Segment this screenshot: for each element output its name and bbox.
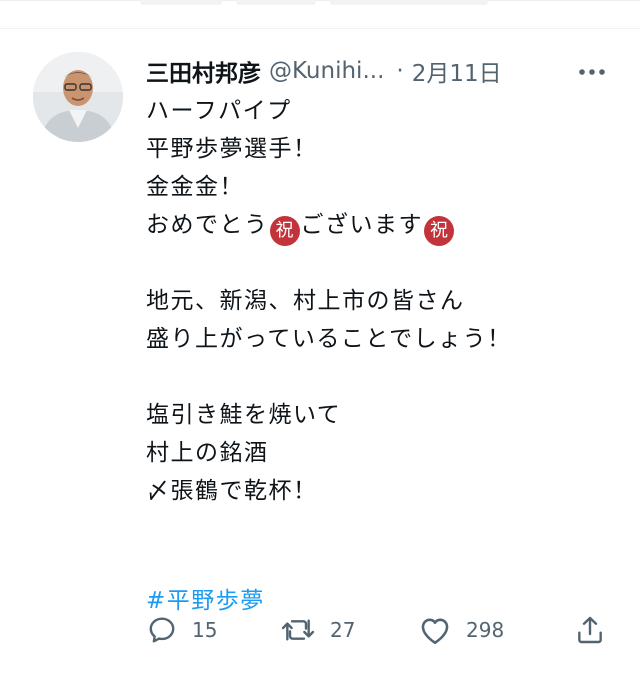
tweet-line: 村上の銘酒: [146, 440, 269, 466]
tweet-line: 塩引き鮭を焼いて: [146, 402, 342, 428]
tweet-line: 金金金！: [146, 174, 244, 200]
tweet-line: おめでとう祝ございます祝: [146, 206, 616, 246]
previous-item-fragment: [330, 0, 488, 5]
share-icon: [578, 616, 602, 644]
retweet-icon: [281, 619, 315, 641]
previous-item-fragment: [236, 0, 316, 5]
tweet-line-text: ございます: [300, 212, 423, 238]
tweet-line: 盛り上がっていることでしょう！: [146, 326, 512, 352]
tweet-line: ハーフパイプ: [146, 98, 292, 124]
retweet-button[interactable]: 27: [280, 612, 355, 648]
header-separator: ·: [396, 58, 404, 84]
top-edge: [0, 0, 640, 1]
avatar-image: [33, 52, 123, 142]
tweet-line: 〆張鶴で乾杯！: [146, 478, 318, 504]
hashtag-link[interactable]: #平野歩夢: [146, 588, 265, 614]
avatar[interactable]: [33, 52, 123, 142]
tweet-text: ハーフパイプ 平野歩夢選手！ 金金金！ おめでとう祝ございます祝 地元、新潟、村…: [146, 92, 616, 620]
share-button[interactable]: [574, 612, 606, 648]
tweet-line: 地元、新潟、村上市の皆さん: [146, 288, 465, 314]
celebration-emoji: 祝: [269, 216, 300, 246]
retweet-count: 27: [330, 618, 356, 642]
previous-item-fragment: [140, 0, 222, 5]
celebration-emoji: 祝: [424, 216, 454, 246]
tweet-actions: 15 27 298: [146, 612, 616, 648]
author-name[interactable]: 三田村邦彦: [146, 54, 261, 88]
like-count: 298: [466, 618, 505, 642]
reply-icon: [149, 617, 175, 643]
reply-button[interactable]: 15: [146, 612, 217, 648]
tweet-divider: [0, 28, 640, 29]
like-icon: [421, 618, 449, 645]
reply-count: 15: [192, 618, 218, 642]
tweet-header: 三田村邦彦 @Kunihi... · 2月11日: [146, 52, 616, 90]
tweet-line: 平野歩夢選手！: [146, 136, 318, 162]
more-icon: [579, 69, 605, 75]
tweet-date[interactable]: 2月11日: [412, 54, 502, 88]
tweet-line-text: おめでとう: [146, 212, 269, 238]
more-button[interactable]: [578, 64, 606, 78]
like-button[interactable]: 298: [418, 612, 504, 648]
author-handle[interactable]: @Kunihi...: [269, 58, 384, 84]
